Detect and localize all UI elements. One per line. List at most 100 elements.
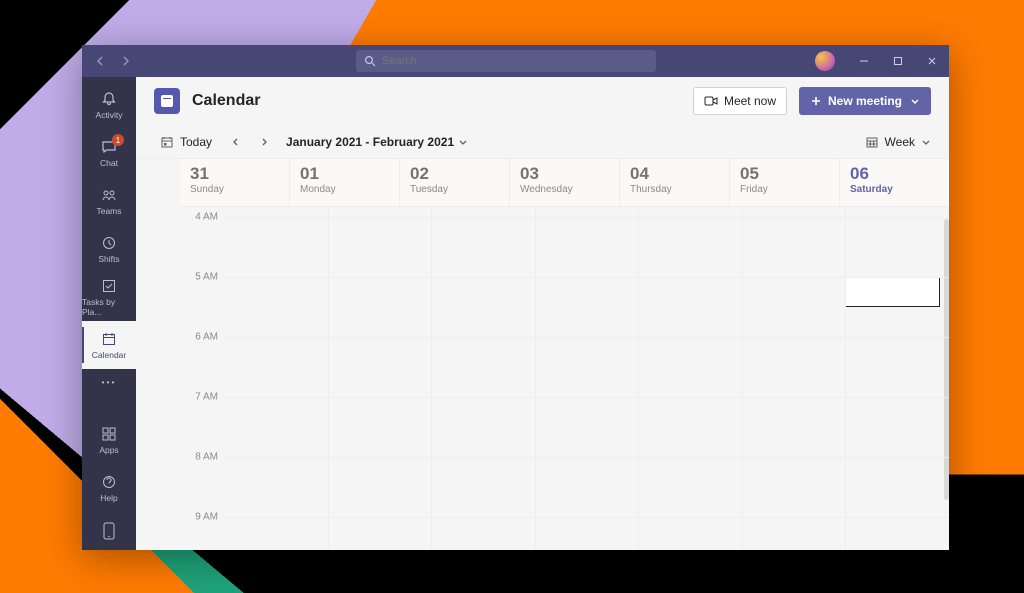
back-button[interactable] (90, 50, 112, 72)
rail-item-chat[interactable]: Chat 1 (82, 129, 136, 177)
day-number: 05 (740, 165, 829, 182)
selected-slot[interactable] (845, 277, 940, 307)
meet-now-button[interactable]: Meet now (693, 87, 787, 115)
day-number: 31 (190, 165, 279, 182)
rail-item-shifts[interactable]: Shifts (82, 225, 136, 273)
today-label: Today (180, 135, 212, 149)
rail-item-calendar[interactable]: Calendar (82, 321, 136, 369)
prev-week-button[interactable] (226, 132, 246, 152)
day-headers: 31 Sunday 01 Monday 02 Tuesday 03 Wednesday 04 Th… (180, 159, 949, 207)
calendar-icon (100, 330, 118, 348)
day-header[interactable]: 05 Friday (729, 159, 839, 206)
rail-item-tasks[interactable]: Tasks by Pla... (82, 273, 136, 321)
rail-label: Chat (100, 158, 118, 168)
hour-label: 7 AM (195, 392, 218, 403)
hour-gridline (224, 337, 949, 338)
bell-icon (100, 90, 118, 108)
calendar-view-icon (865, 135, 879, 149)
search-box[interactable] (356, 50, 656, 72)
day-number: 04 (630, 165, 719, 182)
day-header[interactable]: 04 Thursday (619, 159, 729, 206)
date-range-picker[interactable]: January 2021 - February 2021 (286, 135, 468, 149)
hour-label: 5 AM (195, 272, 218, 283)
rail-label: Shifts (98, 254, 119, 264)
calendar-badge-icon (154, 88, 180, 114)
rail-label: Help (100, 493, 117, 503)
rail-more[interactable]: ••• (82, 369, 136, 395)
day-number: 02 (410, 165, 499, 182)
calendar-scroll-area[interactable]: 4 AM 5 AM 6 AM 7 AM 8 AM 9 AM (180, 207, 949, 550)
hour-gridline (224, 517, 949, 518)
day-number: 03 (520, 165, 609, 182)
page-header: Calendar Meet now New meeting (136, 77, 949, 125)
day-header[interactable]: 01 Monday (289, 159, 399, 206)
notification-badge: 1 (112, 134, 124, 146)
day-gridline (845, 207, 846, 550)
day-name: Tuesday (410, 184, 499, 195)
app-window: Activity Chat 1 Teams Shifts Tasks by Pl… (82, 45, 949, 550)
close-button[interactable] (915, 45, 949, 77)
search-input[interactable] (382, 55, 648, 67)
avatar[interactable] (815, 51, 835, 71)
day-name: Wednesday (520, 184, 609, 195)
main-content: Calendar Meet now New meeting Today (136, 77, 949, 550)
search-icon (364, 55, 376, 67)
day-header[interactable]: 03 Wednesday (509, 159, 619, 206)
rail-item-apps[interactable]: Apps (82, 416, 136, 464)
video-icon (704, 95, 718, 107)
day-gridline (328, 207, 329, 550)
day-header[interactable]: 31 Sunday (180, 159, 289, 206)
forward-button[interactable] (114, 50, 136, 72)
page-title: Calendar (192, 92, 260, 110)
day-number: 01 (300, 165, 389, 182)
view-picker[interactable]: Week (865, 135, 931, 149)
day-header[interactable]: 02 Tuesday (399, 159, 509, 206)
minimize-button[interactable] (847, 45, 881, 77)
titlebar (82, 45, 949, 77)
rail-item-help[interactable]: Help (82, 464, 136, 512)
rail-item-teams[interactable]: Teams (82, 177, 136, 225)
apps-icon (100, 425, 118, 443)
hour-label: 8 AM (195, 452, 218, 463)
day-name: Saturday (850, 184, 939, 195)
rail-label: Tasks by Pla... (82, 297, 136, 317)
today-button[interactable]: Today (154, 132, 218, 152)
mobile-icon (100, 522, 118, 540)
chevron-down-icon (910, 96, 920, 106)
day-name: Thursday (630, 184, 719, 195)
day-name: Sunday (190, 184, 279, 195)
date-range-label: January 2021 - February 2021 (286, 135, 454, 149)
rail-label: Teams (96, 206, 121, 216)
new-meeting-label: New meeting (828, 94, 902, 108)
chevron-down-icon (458, 137, 468, 147)
rail-label: Calendar (92, 350, 127, 360)
hour-label: 9 AM (195, 512, 218, 523)
shifts-icon (100, 234, 118, 252)
calendar-grid: 31 Sunday 01 Monday 02 Tuesday 03 Wednesday 04 Th… (136, 159, 949, 550)
rail-item-mobile[interactable] (82, 512, 136, 550)
day-number: 06 (850, 165, 939, 182)
hour-gridline (224, 397, 949, 398)
hour-label: 6 AM (195, 332, 218, 343)
rail-label: Apps (99, 445, 118, 455)
day-name: Monday (300, 184, 389, 195)
day-gridline (535, 207, 536, 550)
plus-icon (810, 95, 822, 107)
hour-label: 4 AM (195, 212, 218, 223)
new-meeting-button[interactable]: New meeting (799, 87, 931, 115)
day-name: Friday (740, 184, 829, 195)
view-label: Week (885, 135, 915, 149)
day-header[interactable]: 06 Saturday (839, 159, 949, 206)
day-gridline (742, 207, 743, 550)
app-rail: Activity Chat 1 Teams Shifts Tasks by Pl… (82, 77, 136, 550)
maximize-button[interactable] (881, 45, 915, 77)
rail-item-activity[interactable]: Activity (82, 81, 136, 129)
chevron-down-icon (921, 137, 931, 147)
tasks-icon (100, 277, 118, 295)
day-gridline (431, 207, 432, 550)
teams-icon (100, 186, 118, 204)
hour-gridline (224, 217, 949, 218)
help-icon (100, 473, 118, 491)
next-week-button[interactable] (254, 132, 274, 152)
day-gridline (638, 207, 639, 550)
